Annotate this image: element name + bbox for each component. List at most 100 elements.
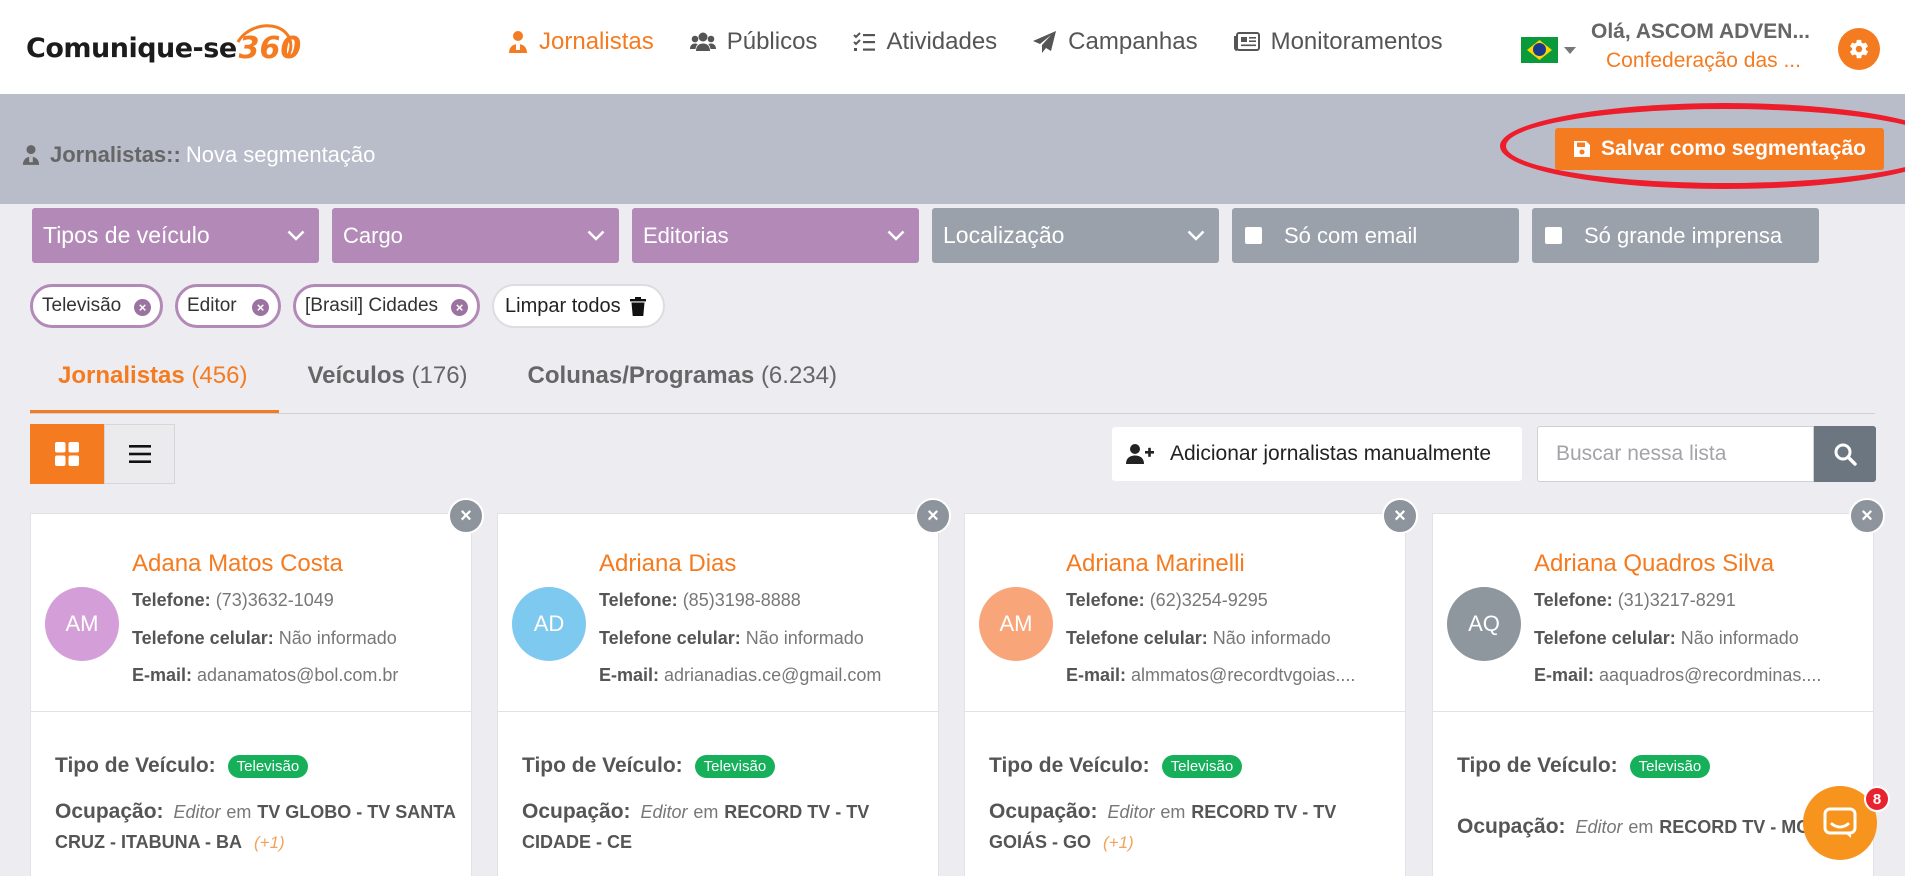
avatar: AM [45, 587, 119, 661]
journalist-card: AD Adriana Dias Telefone: (85)3198-8888 … [497, 513, 939, 876]
save-segmentation-button[interactable]: Salvar como segmentação [1555, 128, 1884, 170]
tab-colunas-programas[interactable]: Colunas/Programas (6.234) [528, 362, 837, 410]
users-icon [689, 32, 716, 51]
chevron-down-icon [1187, 230, 1205, 241]
card-divider [1433, 711, 1873, 712]
only-email-toggle[interactable]: Só com email [1232, 208, 1519, 263]
avatar: AD [512, 587, 586, 661]
remove-card-button[interactable]: × [1382, 498, 1418, 534]
trash-icon [629, 296, 646, 316]
remove-chip-icon[interactable]: × [134, 299, 151, 316]
settings-button[interactable] [1838, 28, 1880, 70]
grid-view-button[interactable] [30, 424, 104, 484]
only-email-checkbox[interactable] [1245, 227, 1262, 244]
tab-jornalistas[interactable]: Jornalistas (456) [58, 362, 247, 410]
role-filter[interactable]: Cargo [332, 208, 619, 263]
status-badge: Televisão [1629, 754, 1711, 778]
remove-card-button[interactable]: × [1849, 498, 1885, 534]
nav-item-publicos[interactable]: Públicos [689, 28, 817, 56]
clear-all-label: Limpar todos [505, 294, 621, 317]
journalist-icon [22, 145, 40, 165]
breadcrumb-section[interactable]: Jornalistas:: [50, 142, 181, 168]
nav-item-label: Jornalistas [539, 28, 654, 55]
brazil-flag-icon[interactable] [1521, 37, 1558, 63]
only-big-press-toggle[interactable]: Só grande imprensa [1532, 208, 1819, 263]
add-user-icon [1126, 444, 1154, 464]
gear-icon [1850, 39, 1868, 59]
chevron-down-icon[interactable] [1564, 47, 1576, 54]
avatar: AM [979, 587, 1053, 661]
vehicle-type-filter[interactable]: Tipos de veículo [32, 208, 319, 263]
nav-item-campanhas[interactable]: Campanhas [1033, 28, 1198, 56]
journalist-name[interactable]: Adriana Quadros Silva [1534, 550, 1774, 578]
chevron-down-icon [287, 230, 305, 241]
top-navbar: Comunique-se 360 Jornalistas Públicos At… [0, 0, 1905, 94]
close-icon: × [927, 504, 939, 527]
phone-line: Telefone: (31)3217-8291 [1534, 590, 1736, 610]
add-journalists-label: Adicionar jornalistas manualmente [1170, 442, 1491, 465]
add-journalists-button[interactable]: Adicionar jornalistas manualmente [1112, 427, 1522, 481]
remove-card-button[interactable]: × [915, 498, 951, 534]
mobile-line: Telefone celular: Não informado [1066, 628, 1331, 648]
paper-plane-icon [1033, 31, 1057, 53]
user-organization: Confederação das ... [1606, 49, 1801, 72]
remove-chip-icon[interactable]: × [252, 299, 269, 316]
save-button-label: Salvar como segmentação [1601, 137, 1866, 160]
only-big-press-checkbox[interactable] [1545, 227, 1562, 244]
close-icon: × [460, 504, 472, 527]
phone-line: Telefone: (62)3254-9295 [1066, 590, 1268, 610]
journalist-card: AM Adriana Marinelli Telefone: (62)3254-… [964, 513, 1406, 876]
page-title: Nova segmentação [185, 142, 376, 167]
email-line: E-mail: almmatos@recordtvgoias.... [1066, 665, 1356, 685]
journalist-name[interactable]: Adriana Marinelli [1066, 550, 1245, 578]
nav-item-label: Campanhas [1068, 28, 1198, 55]
filter-label: Tipos de veículo [43, 222, 210, 248]
mobile-line: Telefone celular: Não informado [1534, 628, 1799, 648]
phone-line: Telefone: (85)3198-8888 [599, 590, 801, 610]
clear-all-button[interactable]: Limpar todos [492, 284, 665, 328]
logo-text: Comunique-se [26, 32, 237, 64]
editorials-filter[interactable]: Editorias [632, 208, 919, 263]
journalist-name[interactable]: Adriana Dias [599, 550, 736, 578]
logo[interactable]: Comunique-se 360 [26, 15, 301, 82]
journalist-name[interactable]: Adana Matos Costa [132, 550, 343, 578]
email-line: E-mail: adrianadias.ce@gmail.com [599, 665, 882, 685]
chevron-down-icon [587, 230, 605, 241]
card-divider [965, 711, 1405, 712]
search-button[interactable] [1814, 426, 1876, 482]
avatar: AQ [1447, 587, 1521, 661]
nav-item-jornalistas[interactable]: Jornalistas [508, 28, 654, 56]
remove-chip-icon[interactable]: × [451, 299, 468, 316]
filter-chip-editor: Editor × [175, 284, 281, 328]
grid-icon [55, 442, 79, 466]
result-tabs: Jornalistas (456) Veículos (176) Colunas… [30, 362, 897, 410]
filter-label: Cargo [343, 222, 403, 248]
chip-label: Editor [187, 295, 237, 316]
list-view-button[interactable] [104, 424, 175, 484]
journalist-icon [509, 31, 527, 53]
location-filter[interactable]: Localização [932, 208, 1219, 263]
card-divider [31, 711, 471, 712]
user-greeting: Olá, ASCOM ADVEN... [1591, 20, 1810, 43]
nav-item-atividades[interactable]: Atividades [853, 28, 997, 56]
search-input[interactable] [1537, 426, 1814, 482]
email-line: E-mail: adanamatos@bol.com.br [132, 665, 399, 685]
phone-line: Telefone: (73)3632-1049 [132, 590, 334, 610]
nav-item-monitoramentos[interactable]: Monitoramentos [1233, 28, 1443, 56]
vehicle-type-line: Tipo de Veículo: Televisão [522, 754, 776, 778]
status-badge: Televisão [694, 754, 776, 778]
floppy-disk-icon [1574, 141, 1591, 157]
user-menu[interactable]: Olá, ASCOM ADVEN... Confederação das ... [1591, 20, 1816, 73]
filter-label: Só grande imprensa [1584, 222, 1783, 248]
chat-icon [1823, 807, 1857, 838]
remove-card-button[interactable]: × [448, 498, 484, 534]
chip-label: [Brasil] Cidades [305, 295, 439, 316]
status-badge: Televisão [1161, 754, 1243, 778]
search-icon [1834, 443, 1857, 466]
vehicle-type-line: Tipo de Veículo: Televisão [989, 754, 1243, 778]
breadcrumb: Jornalistas:: Nova segmentação [22, 142, 375, 168]
journalist-card: AM Adana Matos Costa Telefone: (73)3632-… [30, 513, 472, 876]
tabs-divider [30, 413, 1875, 414]
main-nav: Jornalistas Públicos Atividades Campanha… [508, 28, 1479, 56]
tab-veiculos[interactable]: Veículos (176) [307, 362, 467, 410]
